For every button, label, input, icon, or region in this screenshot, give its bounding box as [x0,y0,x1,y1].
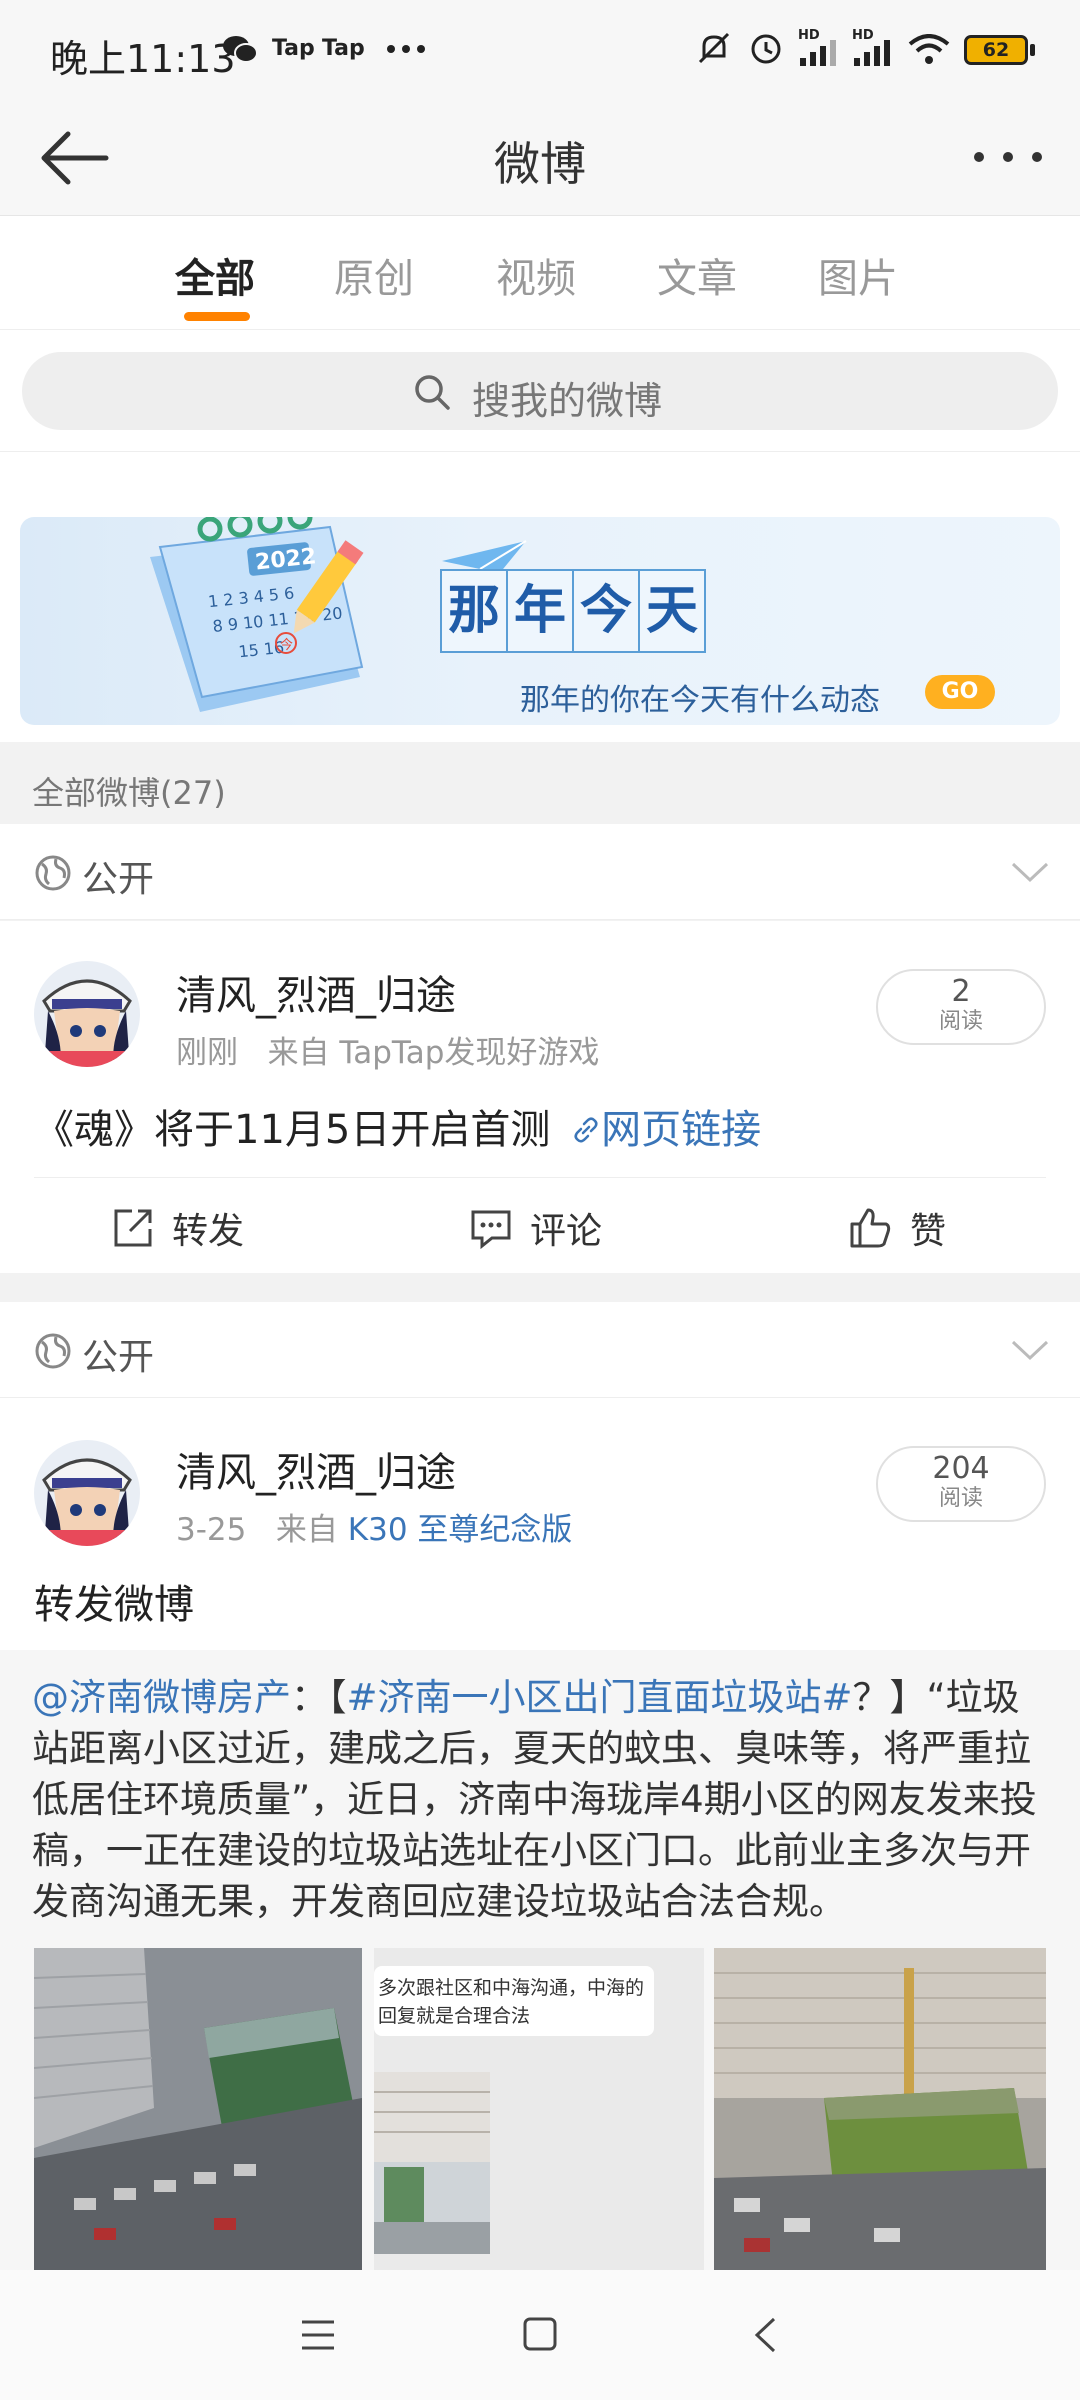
banner-go-button[interactable]: GO [925,675,995,709]
home-icon[interactable] [522,2316,558,2352]
read-count: 2 [951,974,971,1009]
repost-icon [114,1209,152,1247]
link-icon [574,1117,598,1143]
battery-level: 62 [982,39,1010,61]
avatar[interactable] [34,1440,140,1546]
read-count: 204 [932,1451,990,1486]
chevron-down-icon[interactable] [1010,860,1050,884]
banner-subtitle: 那年的你在今天有什么动态 [520,683,880,718]
avatar[interactable] [34,961,140,1067]
visibility-row[interactable]: 公开 [0,824,1080,920]
post-meta: 刚刚 来自 TapTap发现好游戏 [176,1027,599,1072]
repost-text: @济南微博房产：【#济南一小区出门直面垃圾站#？】“垃圾站距离小区过近，建成之后… [32,1672,1048,1927]
banner-title: 那 年 今 天 [440,569,706,653]
post-card: 清风_烈酒_归途 刚刚 来自 TapTap发现好游戏 2 阅读 《魂》将于11月… [0,921,1080,1273]
web-link[interactable]: 网页链接 [601,1107,761,1153]
calendar-today-mark: 今 [280,637,293,653]
battery-tip [1030,44,1035,56]
tab-video[interactable]: 视频 [496,246,576,304]
like-icon [850,1208,891,1248]
system-nav-bar [0,2270,1080,2400]
image-caption: 多次跟社区和中海沟通，中海的 回复就是合理合法 [374,1966,654,2036]
tab-original[interactable]: 原创 [334,246,414,304]
repost-colon: ：【 [291,1676,347,1719]
mute-icon [698,32,730,64]
nav-bar: 微博 [0,100,1080,216]
back-icon[interactable] [752,2316,778,2354]
post-source[interactable]: K30 至尊纪念版 [348,1512,573,1548]
read-label: 阅读 [938,1486,983,1511]
wifi-icon [908,34,950,64]
signal-icon-1 [800,40,836,66]
image-caption-line: 回复就是合理合法 [378,2005,531,2027]
status-bar: 晚上11:13 Tap Tap HD HD 62 [0,0,1080,100]
mention-link[interactable]: @济南微博房产 [32,1676,291,1719]
comment-button[interactable]: 评论 [470,1202,602,1254]
post-image[interactable] [714,1948,1046,2270]
battery-icon: 62 [964,35,1028,65]
chevron-down-icon[interactable] [1010,1338,1050,1362]
banner-title-char: 天 [638,569,706,653]
globe-icon [35,1333,71,1369]
tab-article[interactable]: 文章 [657,246,737,304]
username[interactable]: 清风_烈酒_归途 [176,1440,456,1498]
search-input[interactable]: 搜我的微博 [22,352,1058,430]
read-count-badge: 2 阅读 [876,969,1046,1045]
banner-title-char: 那 [440,569,508,653]
post-source: TapTap发现好游戏 [339,1035,600,1071]
search-section: 搜我的微博 [0,330,1080,452]
read-count-badge: 204 阅读 [876,1446,1046,1522]
taptap-label-2: Tap [322,36,365,61]
visibility-label: 公开 [82,1337,155,1378]
globe-icon [35,855,71,891]
signal-icon-2 [854,40,890,66]
more-icon[interactable] [972,150,1044,164]
search-placeholder: 搜我的微博 [472,379,663,423]
read-label: 阅读 [938,1009,983,1034]
tab-active-indicator [184,312,250,321]
post-meta: 3-25 来自 K30 至尊纪念版 [176,1504,572,1549]
tab-image[interactable]: 图片 [818,246,898,304]
page-title: 微博 [494,137,586,191]
banner-section: 2022 1 2 3 4 5 6 8 9 10 11 12 15 16 20 今… [0,452,1080,742]
post-image[interactable] [34,1948,362,2270]
search-icon [415,375,450,410]
like-label: 赞 [910,1211,947,1252]
hashtag-link[interactable]: #济南一小区出门直面垃圾站# [347,1676,853,1719]
tab-bar: 全部 原创 视频 文章 图片 [0,216,1080,330]
alarm-icon [751,34,781,64]
menu-icon[interactable] [300,2318,336,2352]
post-time: 3-25 [176,1512,247,1548]
post-source-prefix: 来自 [275,1512,338,1548]
comment-icon [471,1210,511,1249]
like-button[interactable]: 赞 [848,1202,946,1254]
visibility-label: 公开 [82,859,155,900]
banner-title-char: 今 [572,569,640,653]
image-caption-line: 多次跟社区和中海沟通，中海的 [378,1977,645,1999]
reposted-content[interactable]: @济南微博房产：【#济南一小区出门直面垃圾站#？】“垃圾站距离小区过近，建成之后… [0,1650,1080,2270]
more-notifications-icon [387,45,425,53]
comment-label: 评论 [530,1211,603,1252]
repost-label: 转发 [172,1211,245,1252]
post-count-label: 全部微博(27) [32,774,226,812]
on-this-day-banner[interactable]: 2022 1 2 3 4 5 6 8 9 10 11 12 15 16 20 今… [20,517,1060,725]
post-text: 转发微博 [34,1582,194,1628]
post-text: 《魂》将于11月5日开启首测 [34,1107,551,1153]
repost-button[interactable]: 转发 [112,1202,244,1254]
post-time: 刚刚 [176,1035,238,1071]
tab-all[interactable]: 全部 [175,246,255,304]
status-time: 晚上11:13 [50,37,236,81]
visibility-row[interactable]: 公开 [0,1302,1080,1398]
post-card: 清风_烈酒_归途 3-25 来自 K30 至尊纪念版 204 阅读 转发微博 [0,1398,1080,1650]
calendar-illustration: 2022 1 2 3 4 5 6 8 9 10 11 12 15 16 20 今 [150,517,364,712]
post-actions: 转发 评论 赞 [34,1177,1046,1273]
taptap-label-1: Tap [272,36,315,61]
banner-title-char: 年 [506,569,574,653]
username[interactable]: 清风_烈酒_归途 [176,963,456,1021]
post-content: 《魂》将于11月5日开启首测 网页链接 [34,1097,761,1155]
wechat-icon [223,36,258,63]
post-image[interactable]: 多次跟社区和中海沟通，中海的 回复就是合理合法 [374,1948,704,2270]
post-source-prefix: 来自 [267,1035,330,1071]
